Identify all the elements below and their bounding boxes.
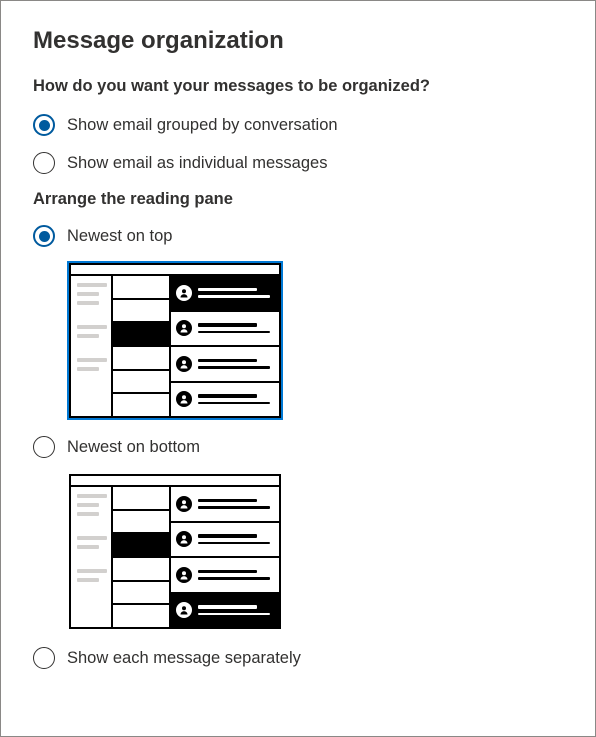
preview-thumbnail — [69, 474, 281, 629]
avatar-icon — [176, 531, 192, 547]
option-label: Show email grouped by conversation — [67, 116, 338, 135]
avatar-icon — [176, 567, 192, 583]
radio-icon — [33, 225, 55, 247]
preview-newest-on-top[interactable] — [69, 263, 563, 418]
avatar-icon — [176, 602, 192, 618]
organize-subheading: How do you want your messages to be orga… — [33, 77, 563, 96]
option-newest-on-top[interactable]: Newest on top — [33, 225, 563, 247]
option-label: Newest on bottom — [67, 438, 200, 457]
option-label: Show email as individual messages — [67, 154, 327, 173]
arrange-subheading: Arrange the reading pane — [33, 190, 563, 209]
radio-icon — [33, 114, 55, 136]
radio-icon — [33, 152, 55, 174]
page-title: Message organization — [33, 27, 563, 55]
message-organization-panel: Message organization How do you want you… — [0, 0, 596, 737]
option-newest-on-bottom[interactable]: Newest on bottom — [33, 436, 563, 458]
radio-icon — [33, 436, 55, 458]
avatar-icon — [176, 356, 192, 372]
avatar-icon — [176, 285, 192, 301]
preview-thumbnail — [69, 263, 281, 418]
option-label: Show each message separately — [67, 649, 301, 668]
option-show-separately[interactable]: Show each message separately — [33, 647, 563, 669]
avatar-icon — [176, 320, 192, 336]
avatar-icon — [176, 391, 192, 407]
preview-newest-on-bottom[interactable] — [69, 474, 563, 629]
option-individual-messages[interactable]: Show email as individual messages — [33, 152, 563, 174]
avatar-icon — [176, 496, 192, 512]
option-grouped-by-conversation[interactable]: Show email grouped by conversation — [33, 114, 563, 136]
radio-icon — [33, 647, 55, 669]
option-label: Newest on top — [67, 227, 172, 246]
